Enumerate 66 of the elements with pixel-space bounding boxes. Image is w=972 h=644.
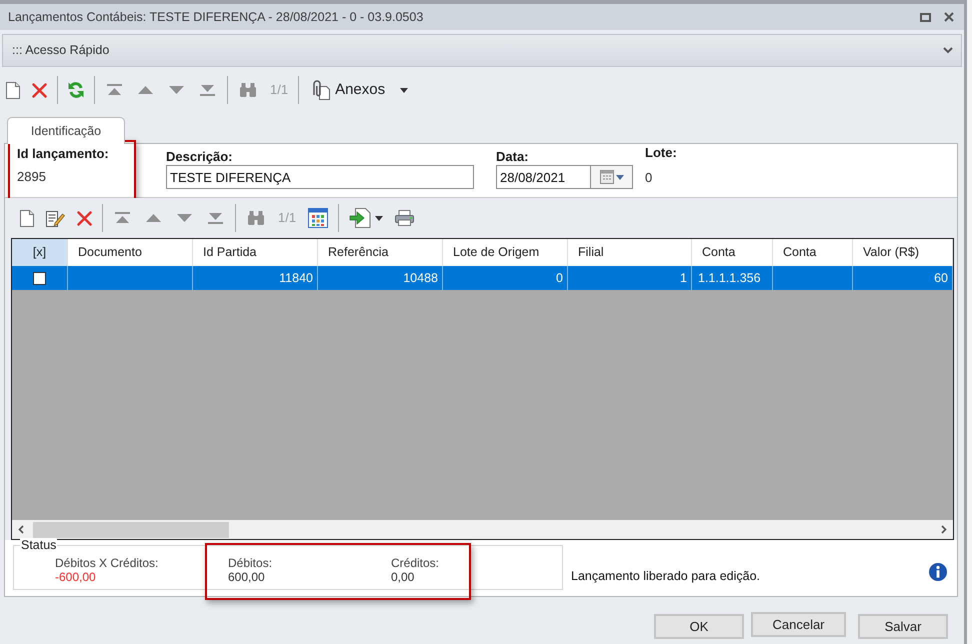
- chevron-down-icon: [943, 47, 953, 54]
- chevron-left-icon: [18, 525, 24, 534]
- horizontal-scrollbar[interactable]: [12, 520, 953, 539]
- table-cell: 60: [853, 266, 953, 290]
- triangle-down-bar-icon: [208, 212, 223, 224]
- x-icon: [32, 82, 47, 98]
- new-document-icon: [20, 210, 34, 226]
- summary-value: 600,00: [228, 570, 266, 584]
- save-button[interactable]: Salvar: [858, 614, 948, 639]
- refresh-icon: [68, 81, 84, 99]
- pencil-document-icon: [46, 210, 65, 226]
- calendar-button[interactable]: [591, 166, 632, 188]
- ok-button[interactable]: OK: [654, 614, 744, 639]
- table-row[interactable]: 11840 10488 0 1 1.1.1.1.356 60: [12, 266, 953, 290]
- summary-label: Créditos:: [391, 556, 440, 570]
- field-value: 2895: [17, 168, 47, 186]
- table-cell: 11840: [193, 266, 318, 290]
- info-icon: [929, 563, 947, 581]
- quick-access-bar[interactable]: ::: Acesso Rápido: [2, 34, 962, 67]
- date-field[interactable]: 28/08/2021: [496, 165, 633, 189]
- record-counter: 1/1: [269, 81, 290, 100]
- triangle-down-bar-icon: [200, 84, 215, 96]
- triangle-up-icon: [146, 214, 161, 222]
- description-field[interactable]: TESTE DIFERENÇA: [166, 165, 474, 189]
- summary-label: Débitos:: [228, 556, 274, 570]
- triangle-up-icon: [138, 86, 153, 94]
- triangle-down-icon: [169, 86, 184, 94]
- field-label: Data:: [496, 150, 530, 164]
- tab[interactable]: Identificação: [7, 117, 125, 144]
- summary-label: Débitos X Créditos:: [55, 556, 160, 570]
- maximize-icon: [920, 12, 930, 22]
- document-arrow-icon: [349, 208, 372, 228]
- cancel-button[interactable]: Cancelar: [751, 612, 846, 637]
- caret-icon: [400, 88, 408, 92]
- summary-value: -600,00: [55, 570, 97, 584]
- binoculars-icon: [240, 83, 256, 97]
- table-cell: 1: [568, 266, 692, 290]
- table-cell: 1.1.1.1.356: [692, 266, 773, 290]
- chevron-right-icon: [941, 525, 947, 534]
- status-message: Lançamento liberado para edição.: [571, 568, 760, 585]
- x-icon: [77, 210, 92, 226]
- field-label: Descrição:: [166, 150, 234, 164]
- window-title: Lançamentos Contábeis: TESTE DIFERENÇA - 28/08/2021 - 0 - 03.9.0503: [8, 8, 424, 26]
- grid-icon: [308, 208, 328, 228]
- scrollbar-thumb[interactable]: [33, 522, 229, 538]
- field-label: Lote:: [645, 146, 678, 160]
- field-value: 0: [645, 169, 654, 187]
- close-icon: [944, 12, 954, 22]
- printer-icon: [395, 210, 414, 226]
- summary-value: 0,00: [391, 570, 416, 584]
- calendar-icon: [600, 170, 614, 184]
- status-title: Status: [20, 538, 58, 552]
- table-cell: 0: [443, 266, 568, 290]
- row-checkbox[interactable]: [33, 272, 46, 284]
- triangle-up-bar-icon: [115, 212, 130, 224]
- attachments-button[interactable]: Anexos: [303, 77, 414, 103]
- field-label: Id lançamento:: [17, 147, 110, 161]
- column-header[interactable]: [x]: [12, 239, 68, 266]
- caret-icon: [375, 216, 384, 220]
- record-counter: 1/1: [277, 209, 298, 228]
- triangle-up-bar-icon: [107, 84, 122, 96]
- table-cell: 10488: [318, 266, 443, 290]
- caret-icon: [616, 174, 624, 180]
- binoculars-icon: [248, 211, 264, 225]
- triangle-down-icon: [177, 214, 192, 222]
- new-document-icon: [6, 82, 20, 98]
